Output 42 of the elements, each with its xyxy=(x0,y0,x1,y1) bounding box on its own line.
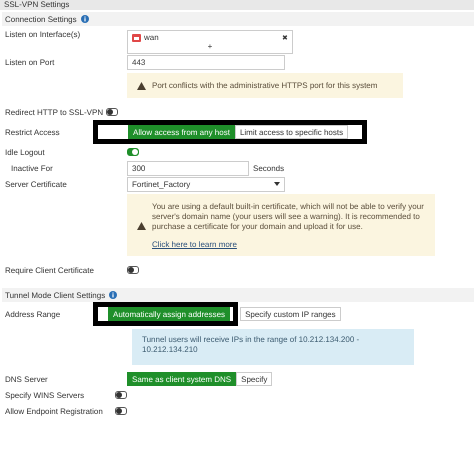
input-field[interactable]: 443 xyxy=(127,54,285,70)
page-title: SSL-VPN Settings xyxy=(4,0,70,9)
toggle-switch[interactable] xyxy=(115,391,127,399)
warning-text: You are using a default built-in certificate, which will not be able to verify your server's domain name (your users will see a warning). It is recommended to purchase a certificate for your domain and upload it for use. xyxy=(152,202,425,232)
info-text: Tunnel users will receive IPs in the range of 10.212.134.200 - 10.212.134.210 xyxy=(142,335,360,354)
field-label: Restrict Access xyxy=(5,128,61,136)
field-label: Server Certificate xyxy=(5,180,68,188)
field-label: DNS Server xyxy=(5,374,49,384)
unit-label: Seconds xyxy=(253,164,284,172)
segment-option[interactable]: Automatically assign addresses xyxy=(108,307,230,321)
network-port-icon xyxy=(132,34,141,42)
field-label: Address Range xyxy=(5,310,62,318)
add-button[interactable]: + xyxy=(208,42,212,51)
segment-option[interactable]: Specify xyxy=(236,372,272,386)
field-label: Require Client Certificate xyxy=(5,266,95,274)
segment-option[interactable]: Limit access to specific hosts xyxy=(234,125,348,139)
field-label: Listen on Interface(s) xyxy=(5,30,82,39)
input-field[interactable]: 300 xyxy=(127,160,249,176)
segment-option[interactable]: Allow access from any host xyxy=(128,125,235,139)
warning-icon xyxy=(137,82,146,90)
interface-value: wan xyxy=(144,33,160,42)
segment-option[interactable]: Same as client system DNS xyxy=(127,372,236,386)
toggle-switch[interactable] xyxy=(115,407,127,415)
section-title: Tunnel Mode Client Settings xyxy=(5,290,106,300)
field-label: Allow Endpoint Registration xyxy=(5,406,104,416)
field-label: Inactive For xyxy=(10,164,54,172)
toggle-switch[interactable] xyxy=(127,266,139,274)
info-icon[interactable] xyxy=(109,291,118,299)
section-title: Connection Settings xyxy=(5,14,77,24)
caret-icon xyxy=(274,182,280,186)
toggle-switch[interactable] xyxy=(106,108,118,116)
segment-option[interactable]: Specify custom IP ranges xyxy=(240,307,341,321)
field-label: Specify WINS Servers xyxy=(5,390,86,400)
toggle-switch[interactable] xyxy=(127,148,139,156)
warning-text: Port conflicts with the administrative HTTPS port for this system xyxy=(152,81,378,90)
warning-icon xyxy=(137,222,146,230)
field-label: Idle Logout xyxy=(5,148,46,156)
learn-more-link[interactable]: Click here to learn more xyxy=(152,240,425,250)
field-label: Listen on Port xyxy=(5,58,56,66)
field-label: Redirect HTTP to SSL-VPN xyxy=(5,108,104,116)
info-icon[interactable] xyxy=(80,15,89,23)
certificate-dropdown[interactable]: Fortinet_Factory xyxy=(127,176,285,192)
